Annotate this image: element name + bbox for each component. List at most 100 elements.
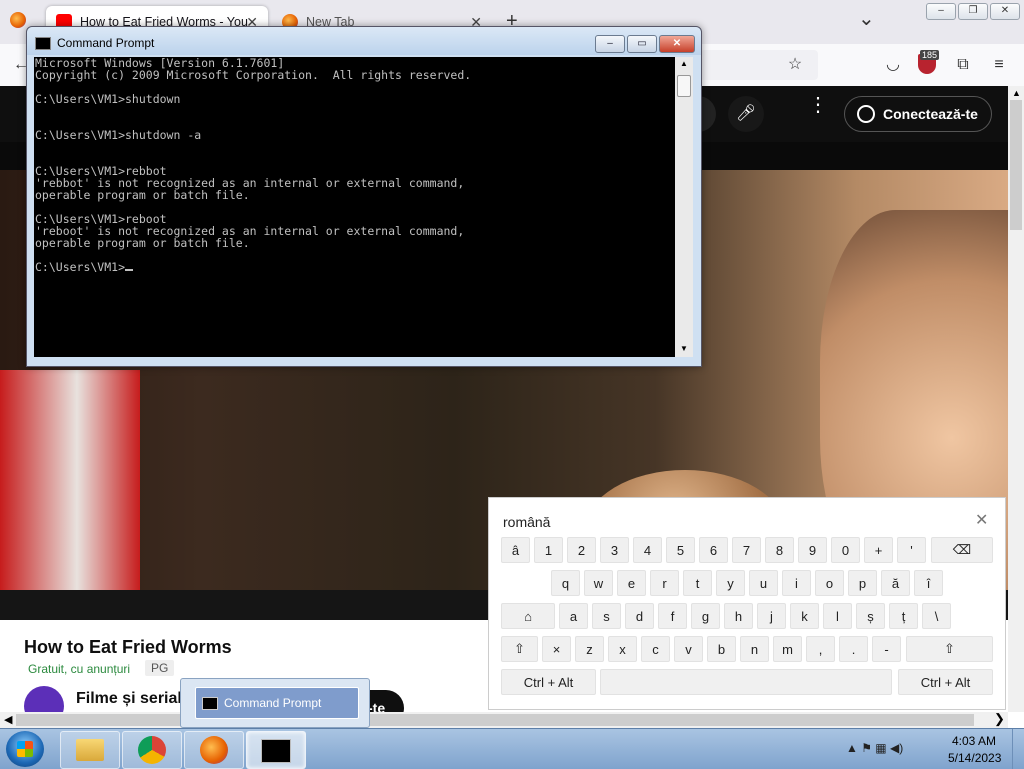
microphone-icon[interactable]: 🎤︎ (728, 96, 764, 132)
more-options-icon[interactable]: ⋮ (808, 95, 828, 115)
scroll-up-arrow[interactable]: ▲ (680, 59, 688, 68)
page-vertical-scrollbar[interactable]: ▲ (1008, 86, 1024, 712)
key-11[interactable]: + (864, 537, 893, 563)
page-horizontal-scrollbar[interactable]: ◀ (0, 712, 1008, 728)
key-6[interactable]: 6 (699, 537, 728, 563)
key-letter[interactable]: g (691, 603, 720, 629)
key-letter[interactable]: e (617, 570, 646, 596)
cmd-console[interactable]: Microsoft Windows [Version 6.1.7601] Cop… (34, 57, 675, 357)
key-1[interactable]: 1 (534, 537, 563, 563)
key-8[interactable]: 8 (765, 537, 794, 563)
taskbar-explorer[interactable] (60, 731, 120, 769)
close-button[interactable]: ✕ (990, 3, 1020, 20)
cmd-minimize-button[interactable]: – (595, 35, 625, 53)
scroll-thumb[interactable] (677, 75, 691, 97)
thumbnail-command-prompt[interactable]: Command Prompt (195, 687, 359, 719)
key-letter[interactable]: i (782, 570, 811, 596)
shift-left-key[interactable]: ⇧ (501, 636, 538, 662)
key-letter[interactable]: f (658, 603, 687, 629)
key-letter[interactable]: . (839, 636, 868, 662)
key-letter[interactable]: × (542, 636, 571, 662)
restore-button[interactable]: ❐ (958, 3, 988, 20)
scroll-down-arrow[interactable]: ▼ (680, 344, 688, 353)
backspace-key[interactable]: ⌫ (931, 537, 993, 563)
bookmark-star-icon[interactable]: ☆ (784, 54, 806, 76)
channel-avatar[interactable] (24, 686, 64, 712)
cmd-maximize-button[interactable]: ▭ (627, 35, 657, 53)
key-letter[interactable]: h (724, 603, 753, 629)
key-letter[interactable]: p (848, 570, 877, 596)
cmd-scrollbar[interactable]: ▲ ▼ (675, 57, 693, 357)
extensions-icon[interactable]: ⧉ (952, 54, 974, 76)
close-icon[interactable]: ✕ (975, 510, 988, 530)
command-prompt-window[interactable]: Command Prompt – ▭ ✕ Microsoft Windows [… (26, 26, 702, 367)
key-3[interactable]: 3 (600, 537, 629, 563)
key-letter[interactable]: î (914, 570, 943, 596)
cmd-window-title: Command Prompt (57, 36, 155, 50)
clock-time[interactable]: 4:03 AM (952, 734, 996, 748)
channel-name[interactable]: Filme și seriale (76, 690, 191, 708)
key-letter[interactable]: ț (889, 603, 918, 629)
pocket-icon[interactable]: ◡ (882, 54, 904, 76)
key-letter[interactable]: a (559, 603, 588, 629)
key-letter[interactable]: v (674, 636, 703, 662)
key-letter[interactable]: n (740, 636, 769, 662)
cmd-close-button[interactable]: ✕ (659, 35, 695, 53)
space-key[interactable] (600, 669, 892, 695)
key-letter[interactable]: - (872, 636, 901, 662)
minimize-button[interactable]: – (926, 3, 956, 20)
cmd-title-bar[interactable]: Command Prompt – ▭ ✕ (27, 27, 701, 55)
ctrl-alt-left-key[interactable]: Ctrl + Alt (501, 669, 596, 695)
scroll-thumb[interactable] (1010, 100, 1022, 230)
key-12[interactable]: ' (897, 537, 926, 563)
taskbar-thumbnail-popup: Command Prompt (180, 678, 370, 728)
key-9[interactable]: 9 (798, 537, 827, 563)
taskbar-command-prompt[interactable] (246, 731, 306, 769)
key-letter[interactable]: b (707, 636, 736, 662)
show-desktop-button[interactable] (1012, 729, 1024, 769)
firefox-menu-icon[interactable] (10, 12, 26, 28)
key-letter[interactable]: o (815, 570, 844, 596)
key-letter[interactable]: y (716, 570, 745, 596)
key-letter[interactable]: u (749, 570, 778, 596)
key-letter[interactable]: , (806, 636, 835, 662)
ctrl-alt-right-key[interactable]: Ctrl + Alt (898, 669, 993, 695)
system-tray-icons[interactable]: ▲ ⚑ ▦ ◀) (846, 741, 903, 755)
key-letter[interactable]: ș (856, 603, 885, 629)
key-10[interactable]: 0 (831, 537, 860, 563)
menu-icon[interactable]: ≡ (988, 54, 1010, 76)
key-letter[interactable]: x (608, 636, 637, 662)
key-letter[interactable]: j (757, 603, 786, 629)
key-letter[interactable]: s (592, 603, 621, 629)
sign-in-button[interactable]: Conectează-te (844, 96, 992, 132)
scroll-right-arrow[interactable]: ❯ (994, 711, 1005, 727)
key-letter[interactable]: r (650, 570, 679, 596)
key-2[interactable]: 2 (567, 537, 596, 563)
key-letter[interactable]: w (584, 570, 613, 596)
key-letter[interactable]: t (683, 570, 712, 596)
key-5[interactable]: 5 (666, 537, 695, 563)
taskbar-firefox[interactable] (184, 731, 244, 769)
key-letter[interactable]: k (790, 603, 819, 629)
shift-right-key[interactable]: ⇧ (906, 636, 993, 662)
start-button[interactable] (6, 731, 44, 767)
list-all-tabs-button[interactable]: ⌄ (858, 6, 875, 31)
key-letter[interactable]: m (773, 636, 802, 662)
clock-date[interactable]: 5/14/2023 (948, 751, 1001, 765)
key-letter[interactable]: c (641, 636, 670, 662)
key-letter[interactable]: ă (881, 570, 910, 596)
taskbar-chrome[interactable] (122, 731, 182, 769)
scroll-thumb[interactable] (16, 714, 974, 726)
key-letter[interactable]: \ (922, 603, 951, 629)
key-0[interactable]: â (501, 537, 530, 563)
key-letter[interactable]: z (575, 636, 604, 662)
key-letter[interactable]: d (625, 603, 654, 629)
key-4[interactable]: 4 (633, 537, 662, 563)
key-letter[interactable]: l (823, 603, 852, 629)
windows-logo-icon (17, 741, 33, 757)
key-letter[interactable]: q (551, 570, 580, 596)
scroll-left-arrow[interactable]: ◀ (4, 713, 12, 726)
key-7[interactable]: 7 (732, 537, 761, 563)
scroll-up-arrow[interactable]: ▲ (1012, 88, 1021, 98)
home-key[interactable]: ⌂ (501, 603, 555, 629)
